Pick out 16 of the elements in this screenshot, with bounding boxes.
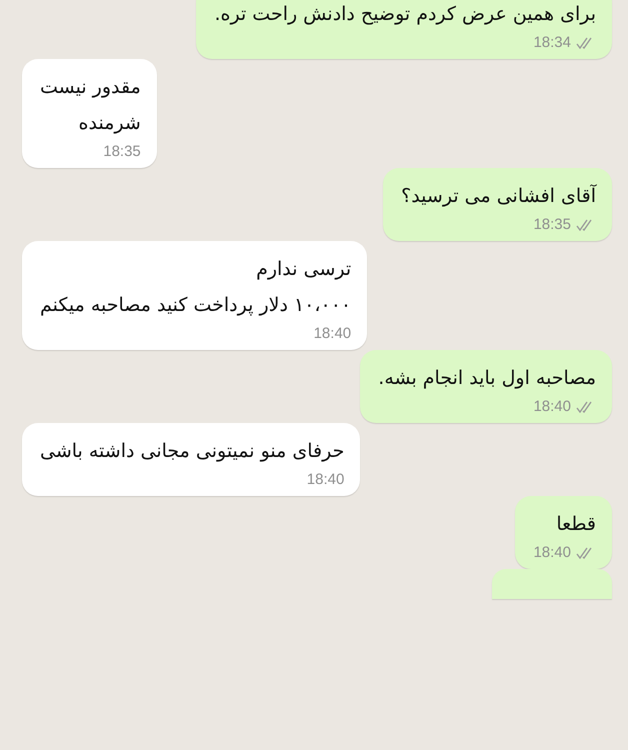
message-time: 18:34 (533, 34, 571, 51)
message-time: 18:35 (533, 216, 571, 233)
message-text: حرفای منو نمیتونی مجانی داشته باشی (40, 439, 344, 464)
message-text: مصاحبه اول باید انجام بشه. (378, 366, 596, 391)
message-text: شرمنده (78, 111, 141, 136)
message-time: 18:40 (314, 325, 352, 342)
message-text: ۱۰،۰۰۰ دلار پرداخت کنید مصاحبه میکنم (40, 293, 352, 318)
message-text: قطعا (555, 512, 596, 537)
message-text: ترسی ندارم (255, 257, 352, 282)
message-time: 18:35 (103, 143, 141, 160)
message-text: آقای افشانی می ترسید؟ (401, 183, 596, 209)
message-time: 18:40 (533, 398, 571, 415)
message-time: 18:40 (533, 544, 571, 561)
message-text: برای همین عرض کردم توضیح دادنش راحت تره. (214, 2, 596, 27)
message-text: مقدور نیست (40, 75, 141, 100)
message-time: 18:40 (306, 471, 344, 488)
